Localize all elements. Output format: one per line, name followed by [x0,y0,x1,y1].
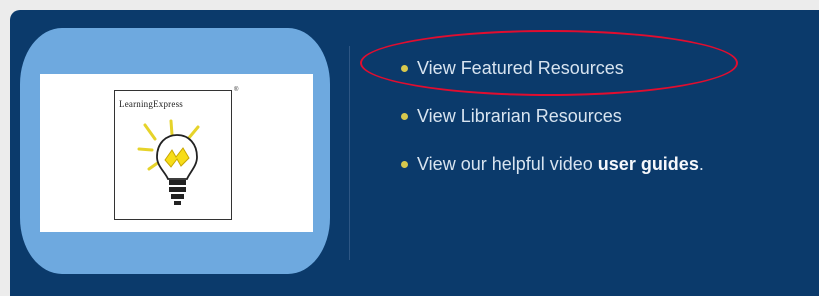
logo-brand-text: LearningExpress [119,99,183,109]
featured-resources-link[interactable]: View Featured Resources [417,59,624,77]
user-guides-suffix: . [698,154,704,174]
registered-mark: ® [234,87,239,93]
learningexpress-logo: LearningExpress ® [40,74,313,232]
link-user-guides[interactable]: View our helpful video user guides. [401,140,704,188]
bullet-icon [401,64,408,72]
divider [349,46,350,260]
bullet-icon [401,112,408,120]
user-guides-prefix: View our helpful video [417,154,598,174]
resource-links: View Featured Resources View Librarian R… [401,44,704,188]
user-guides-text: View our helpful video user guides. [417,155,704,173]
lightbulb-icon [137,119,200,205]
user-guides-link[interactable]: user guides [598,154,699,174]
bullet-icon [401,160,408,168]
link-featured-resources[interactable]: View Featured Resources [401,44,704,92]
logo-box: LearningExpress [114,90,232,220]
link-librarian-resources[interactable]: View Librarian Resources [401,92,704,140]
librarian-resources-link[interactable]: View Librarian Resources [417,107,622,125]
